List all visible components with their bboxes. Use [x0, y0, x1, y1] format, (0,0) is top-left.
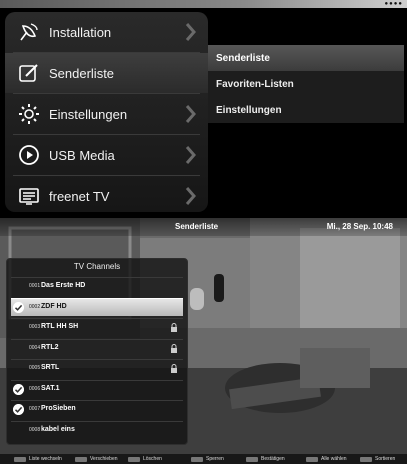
menu-item-label: Senderliste — [49, 65, 115, 81]
key-legend-bar: Liste wechseln Verschieben Löschen Sperr… — [0, 454, 407, 464]
submenu-item-senderliste[interactable]: Senderliste — [208, 45, 404, 71]
submenu-item-favoriten-listen[interactable]: Favoriten-Listen — [208, 71, 404, 97]
channel-number: 0004 — [29, 344, 41, 351]
menu-item-usb-media[interactable]: USB Media — [5, 135, 208, 175]
lock-icon — [171, 343, 177, 353]
legend-item-verschieben: Verschieben — [75, 456, 118, 462]
edit-icon — [19, 64, 38, 82]
tv-guide-icon — [19, 188, 39, 205]
checkmark-icon — [13, 404, 24, 415]
channel-name: kabel eins — [41, 425, 75, 433]
channel-name: ProSieben — [41, 405, 76, 412]
legend-label: Sperren — [206, 456, 224, 462]
tv-screen: Senderliste Mi., 28 Sep. 10:48 TV Channe… — [0, 218, 407, 464]
legend-label: Sortieren — [375, 456, 396, 462]
remote-key-icon — [191, 456, 203, 462]
channel-name: Das Erste HD — [41, 282, 86, 289]
channel-name: RTL2 — [41, 343, 59, 351]
channel-row[interactable]: 0007 ProSieben — [11, 400, 183, 418]
channel-number: 0007 — [29, 406, 41, 412]
chevron-right-icon — [185, 187, 196, 205]
channel-number: 0002 — [29, 303, 41, 310]
channel-name: SAT.1 — [41, 384, 60, 392]
legend-item-sortieren: Sortieren — [360, 456, 395, 462]
remote-key-icon — [128, 456, 140, 462]
channel-number: 0005 — [29, 365, 41, 371]
menu-item-label: freenet TV — [49, 188, 110, 204]
tv-clock: Mi., 28 Sep. 10:48 — [326, 222, 393, 231]
legend-label: Liste wechseln — [29, 456, 62, 462]
checkmark-icon — [13, 301, 24, 313]
checkmark-icon — [13, 383, 24, 395]
channel-row[interactable]: 0001 Das Erste HD — [11, 277, 183, 295]
channel-row[interactable]: 0003 RTL HH SH — [11, 318, 183, 336]
remote-key-icon — [360, 456, 372, 462]
channel-row[interactable]: 0006 SAT.1 — [11, 379, 183, 398]
remote-key-icon — [14, 456, 26, 462]
channel-number: 0003 — [29, 324, 41, 330]
tv-header-title: Senderliste — [175, 222, 219, 231]
legend-item-liste-wechseln: Liste wechseln — [14, 456, 62, 462]
chevron-right-icon — [185, 23, 196, 41]
remote-key-icon — [306, 456, 318, 462]
main-menu: Installation Senderliste Einstellungen U… — [5, 12, 208, 212]
satellite-icon — [20, 23, 38, 41]
legend-label: Verschieben — [90, 456, 118, 462]
gear-icon — [19, 104, 39, 124]
menu-item-installation[interactable]: Installation — [5, 12, 208, 52]
channel-row[interactable]: 0002 ZDF HD — [11, 297, 183, 316]
remote-key-icon — [75, 456, 87, 462]
channel-number: 0006 — [29, 385, 41, 392]
submenu: Senderliste Favoriten-Listen Einstellung… — [208, 45, 404, 123]
menu-item-label: Einstellungen — [49, 106, 128, 122]
channel-name: ZDF HD — [41, 302, 67, 310]
channel-number: 0001 — [29, 283, 41, 289]
legend-label: Löschen — [143, 456, 162, 462]
chevron-right-icon — [185, 105, 196, 123]
menu-item-freenet-tv[interactable]: freenet TV — [5, 176, 208, 216]
submenu-item-einstellungen[interactable]: Einstellungen — [208, 97, 404, 123]
menu-item-einstellungen[interactable]: Einstellungen — [5, 94, 208, 134]
channel-row[interactable]: 0008 kabel eins — [11, 420, 183, 439]
menu-item-label: Installation — [49, 24, 112, 40]
channel-number: 0008 — [29, 426, 41, 433]
dots-indicator: ●●●● — [384, 1, 403, 7]
menu-screen: ●●●● Installation Senderliste Einstellun… — [0, 0, 407, 215]
top-strip: ●●●● — [0, 0, 407, 8]
lock-icon — [171, 323, 177, 332]
channel-name: RTL HH SH — [41, 323, 79, 330]
menu-item-label: USB Media — [49, 147, 115, 163]
channel-list-panel: TV Channels 0001 Das Erste HD 0002 ZDF HD 00… — [6, 258, 188, 445]
legend-item-alle-waehlen: Alle wählen — [306, 456, 347, 462]
legend-item-sperren: Sperren — [191, 456, 224, 462]
play-icon — [19, 145, 39, 165]
remote-key-icon — [246, 456, 258, 462]
legend-item-bestaetigen: Bestätigen — [246, 456, 285, 462]
channel-name: SRTL — [41, 364, 60, 371]
menu-item-senderliste[interactable]: Senderliste — [5, 53, 208, 93]
channel-row[interactable]: 0005 SRTL — [11, 359, 183, 377]
chevron-right-icon — [185, 146, 196, 164]
tv-header-bar: Senderliste Mi., 28 Sep. 10:48 — [0, 218, 407, 236]
legend-label: Alle wählen — [321, 456, 347, 462]
lock-icon — [171, 364, 177, 373]
legend-item-loeschen: Löschen — [128, 456, 162, 462]
channel-row[interactable]: 0004 RTL2 — [11, 338, 183, 357]
legend-label: Bestätigen — [261, 456, 285, 462]
channel-list-title: TV Channels — [73, 262, 121, 271]
